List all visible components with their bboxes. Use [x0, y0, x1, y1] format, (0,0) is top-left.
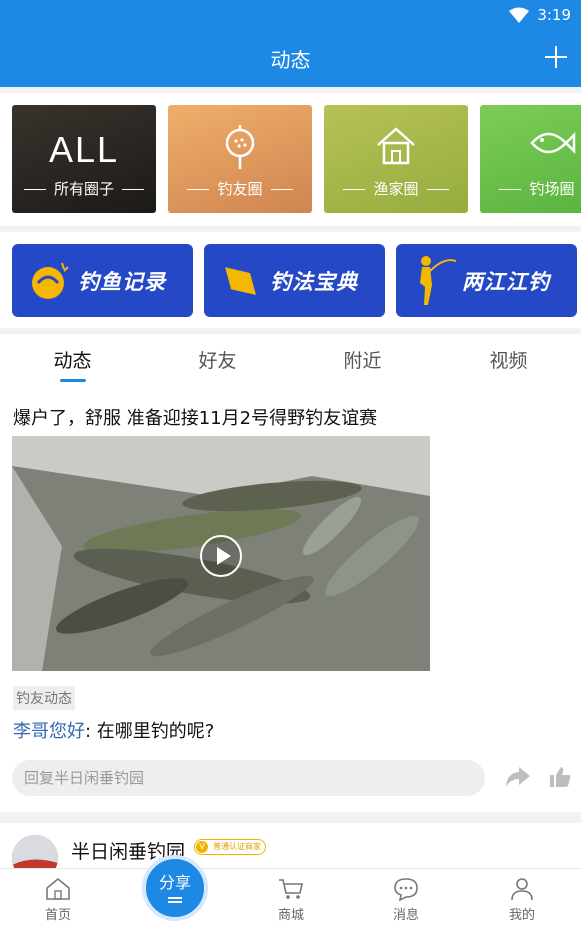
circle-card-anglers[interactable]: 钓友圈	[168, 105, 312, 213]
fish-icon	[530, 131, 576, 155]
chat-icon	[394, 878, 418, 901]
nav-me-label: 我的	[508, 908, 535, 923]
fishing-log-button[interactable]: 钓鱼记录	[12, 244, 193, 317]
share-button[interactable]: 分享	[142, 855, 208, 921]
menu-lines-icon	[168, 897, 182, 903]
comment-author[interactable]: 李哥您好	[13, 721, 85, 742]
play-icon[interactable]	[200, 535, 242, 577]
feed-post: 爆户了，舒服 准备迎接11月2号得野钓友谊赛 钓友动态 李哥您好: 在哪里钓的呢…	[0, 384, 581, 812]
home-icon	[46, 877, 70, 900]
river-fishing-label: 两江江钓	[462, 269, 550, 294]
house-icon	[377, 127, 415, 165]
nav-home-label: 首页	[44, 908, 71, 923]
bottom-nav: 首页 商城 消息 我的	[0, 868, 581, 930]
nav-mall-label: 商城	[277, 908, 304, 923]
status-time: 3:19	[537, 6, 571, 24]
fishing-guide-label: 钓法宝典	[270, 269, 358, 294]
circle-card-label: 钓友圈	[168, 178, 312, 199]
post-text: 爆户了，舒服 准备迎接11月2号得野钓友谊赛	[13, 408, 378, 429]
tab-nearby[interactable]: 附近	[290, 346, 435, 373]
page-title: 动态	[270, 48, 311, 72]
nav-messages[interactable]: 消息	[371, 877, 441, 923]
tab-video[interactable]: 视频	[436, 346, 581, 373]
share-button-label: 分享	[158, 873, 191, 892]
circle-card-label: 钓场圈	[480, 178, 581, 199]
circle-card-all[interactable]: ALL 所有圈子	[12, 105, 156, 213]
tab-friends[interactable]: 好友	[145, 346, 290, 373]
feed-tabs: 动态 好友 附近 视频	[0, 334, 581, 384]
fishing-guide-button[interactable]: 钓法宝典	[204, 244, 385, 317]
nav-messages-label: 消息	[392, 908, 419, 923]
circle-card-fishing-ground[interactable]: 钓场圈	[480, 105, 581, 213]
nav-mall[interactable]: 商城	[256, 877, 326, 923]
circle-card-fisher-family[interactable]: 渔家圈	[324, 105, 468, 213]
comment-text: : 在哪里钓的呢?	[85, 721, 215, 742]
river-fishing-button[interactable]: 两江江钓	[396, 244, 577, 317]
circle-card-all-big: ALL	[48, 129, 120, 170]
post-category-tag[interactable]: 钓友动态	[13, 686, 75, 710]
post-comment: 李哥您好: 在哪里钓的呢?	[13, 717, 214, 743]
circle-card-label: 所有圈子	[12, 178, 156, 199]
tab-indicator	[60, 379, 86, 382]
fishing-log-label: 钓鱼记录	[78, 269, 166, 294]
fishing-log-icon	[32, 262, 69, 299]
cart-icon	[279, 879, 303, 899]
fishing-float-icon	[225, 125, 255, 169]
circle-card-label: 渔家圈	[324, 178, 468, 199]
like-icon[interactable]	[548, 765, 572, 789]
circle-carousel[interactable]: ALL 所有圈子 钓友圈 渔家圈 钓场圈	[0, 93, 581, 226]
share-icon[interactable]	[505, 765, 531, 789]
add-post-icon[interactable]	[545, 46, 567, 68]
tab-dynamic[interactable]: 动态	[0, 346, 145, 373]
verified-merchant-badge: 普通认证商家	[194, 839, 266, 855]
angler-icon	[420, 255, 456, 305]
wifi-icon	[509, 7, 530, 23]
status-bar: 3:19	[509, 5, 571, 25]
user-icon	[511, 878, 533, 901]
book-icon	[223, 266, 256, 295]
nav-home[interactable]: 首页	[23, 877, 93, 923]
post-video[interactable]	[12, 436, 430, 671]
feature-buttons: 钓鱼记录 钓法宝典 两江江钓	[0, 232, 581, 328]
top-bar: 3:19 动态	[0, 0, 581, 87]
nav-me[interactable]: 我的	[487, 877, 557, 923]
reply-input[interactable]: 回复半日闲垂钓园	[12, 760, 485, 796]
